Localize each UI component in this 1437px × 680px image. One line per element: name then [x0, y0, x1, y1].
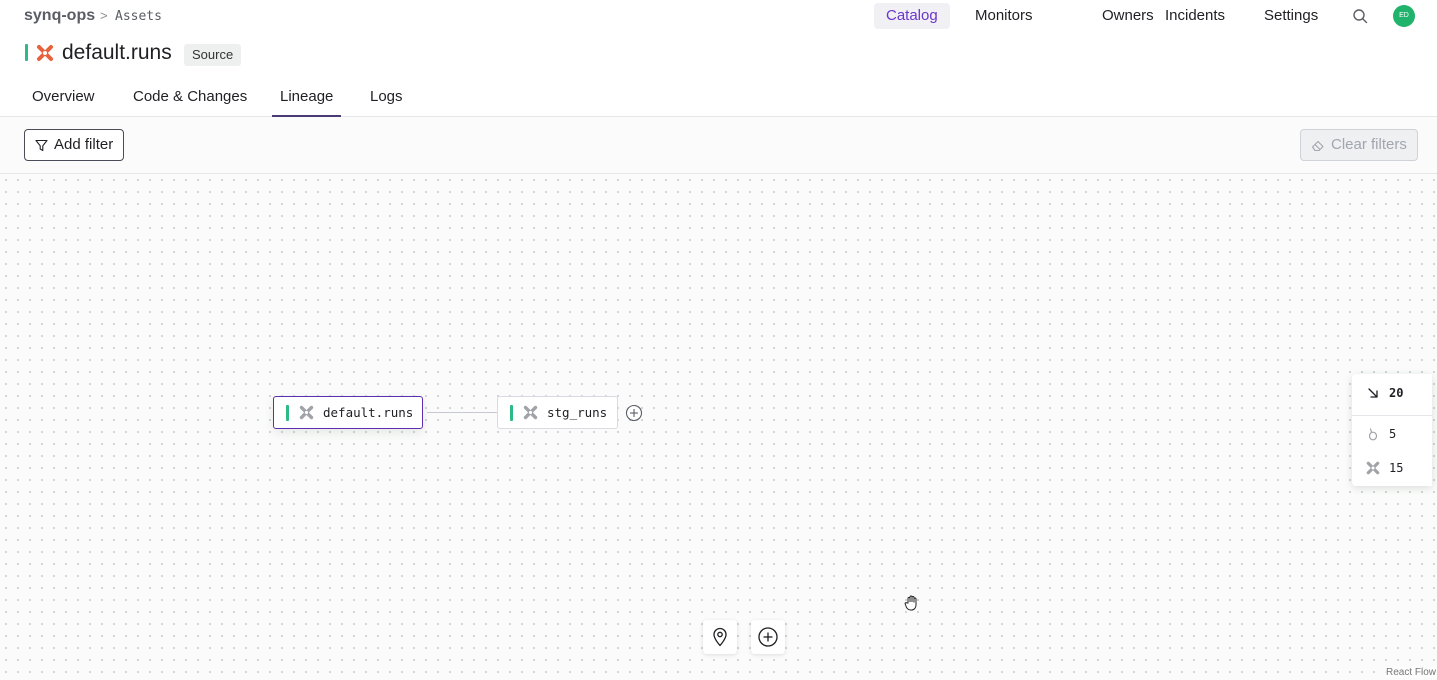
- stat-models-value: 15: [1389, 461, 1404, 475]
- source-icon: [1368, 428, 1378, 441]
- clickhouse-x-icon: [37, 45, 53, 61]
- expand-downstream-icon[interactable]: [625, 404, 643, 422]
- search-icon[interactable]: [1352, 8, 1368, 24]
- lineage-canvas[interactable]: default.runs stg_runs 20 5 15 React Flow: [0, 174, 1437, 680]
- locate-button[interactable]: [703, 620, 737, 654]
- lineage-node-default-runs[interactable]: default.runs: [273, 396, 423, 429]
- arrow-down-right-icon: [1368, 388, 1378, 398]
- top-bar: synq-ops > Assets Catalog Monitors Owner…: [0, 0, 1437, 33]
- stat-sources-value: 5: [1389, 427, 1397, 441]
- clickhouse-x-icon: [299, 405, 314, 420]
- breadcrumb-assets[interactable]: Assets: [115, 9, 162, 24]
- workspace-name[interactable]: synq-ops: [24, 7, 95, 25]
- hand-cursor-icon: [904, 595, 917, 611]
- clear-filters-label: Clear filters: [1331, 136, 1407, 153]
- nav-catalog[interactable]: Catalog: [874, 3, 950, 29]
- clickhouse-x-icon: [523, 405, 538, 420]
- filter-bar: Add filter Clear filters: [0, 117, 1437, 174]
- nav-incidents[interactable]: Incidents: [1153, 3, 1237, 29]
- node-status-indicator: [510, 404, 513, 421]
- clear-filters-button[interactable]: Clear filters: [1300, 129, 1418, 161]
- asset-type-badge: Source: [184, 44, 242, 66]
- tab-logs[interactable]: Logs: [370, 88, 403, 117]
- stat-models[interactable]: 15: [1352, 454, 1432, 482]
- asset-status-indicator: [25, 44, 28, 61]
- breadcrumb-separator: >: [100, 8, 108, 23]
- zoom-in-button[interactable]: [751, 620, 785, 654]
- node-status-indicator: [286, 404, 289, 421]
- lineage-edge: [427, 412, 497, 413]
- nav-monitors[interactable]: Monitors: [963, 3, 1045, 29]
- tab-overview[interactable]: Overview: [32, 88, 95, 117]
- add-filter-button[interactable]: Add filter: [24, 129, 125, 161]
- stat-total-value: 20: [1389, 386, 1404, 400]
- page-title: default.runs: [62, 41, 172, 64]
- nav-settings[interactable]: Settings: [1252, 3, 1330, 29]
- add-filter-label: Add filter: [54, 136, 114, 153]
- filter-icon: [35, 139, 48, 151]
- map-pin-icon: [713, 627, 727, 647]
- stat-sources[interactable]: 5: [1352, 420, 1432, 448]
- react-flow-attribution[interactable]: React Flow: [1384, 667, 1437, 678]
- node-label: default.runs: [323, 405, 414, 420]
- plus-circle-icon: [758, 627, 778, 647]
- tab-bar: Overview Code & Changes Lineage Logs: [0, 78, 1437, 117]
- avatar[interactable]: ED: [1393, 5, 1415, 27]
- eraser-icon: [1311, 140, 1324, 151]
- tab-code-changes[interactable]: Code & Changes: [133, 88, 247, 117]
- tab-lineage[interactable]: Lineage: [272, 88, 342, 117]
- stats-divider: [1352, 415, 1432, 416]
- node-label: stg_runs: [547, 405, 608, 420]
- lineage-node-stg-runs[interactable]: stg_runs: [497, 396, 618, 429]
- stat-total[interactable]: 20: [1352, 379, 1432, 407]
- clickhouse-x-icon: [1366, 461, 1380, 475]
- lineage-stats-panel: 20 5 15: [1352, 374, 1432, 486]
